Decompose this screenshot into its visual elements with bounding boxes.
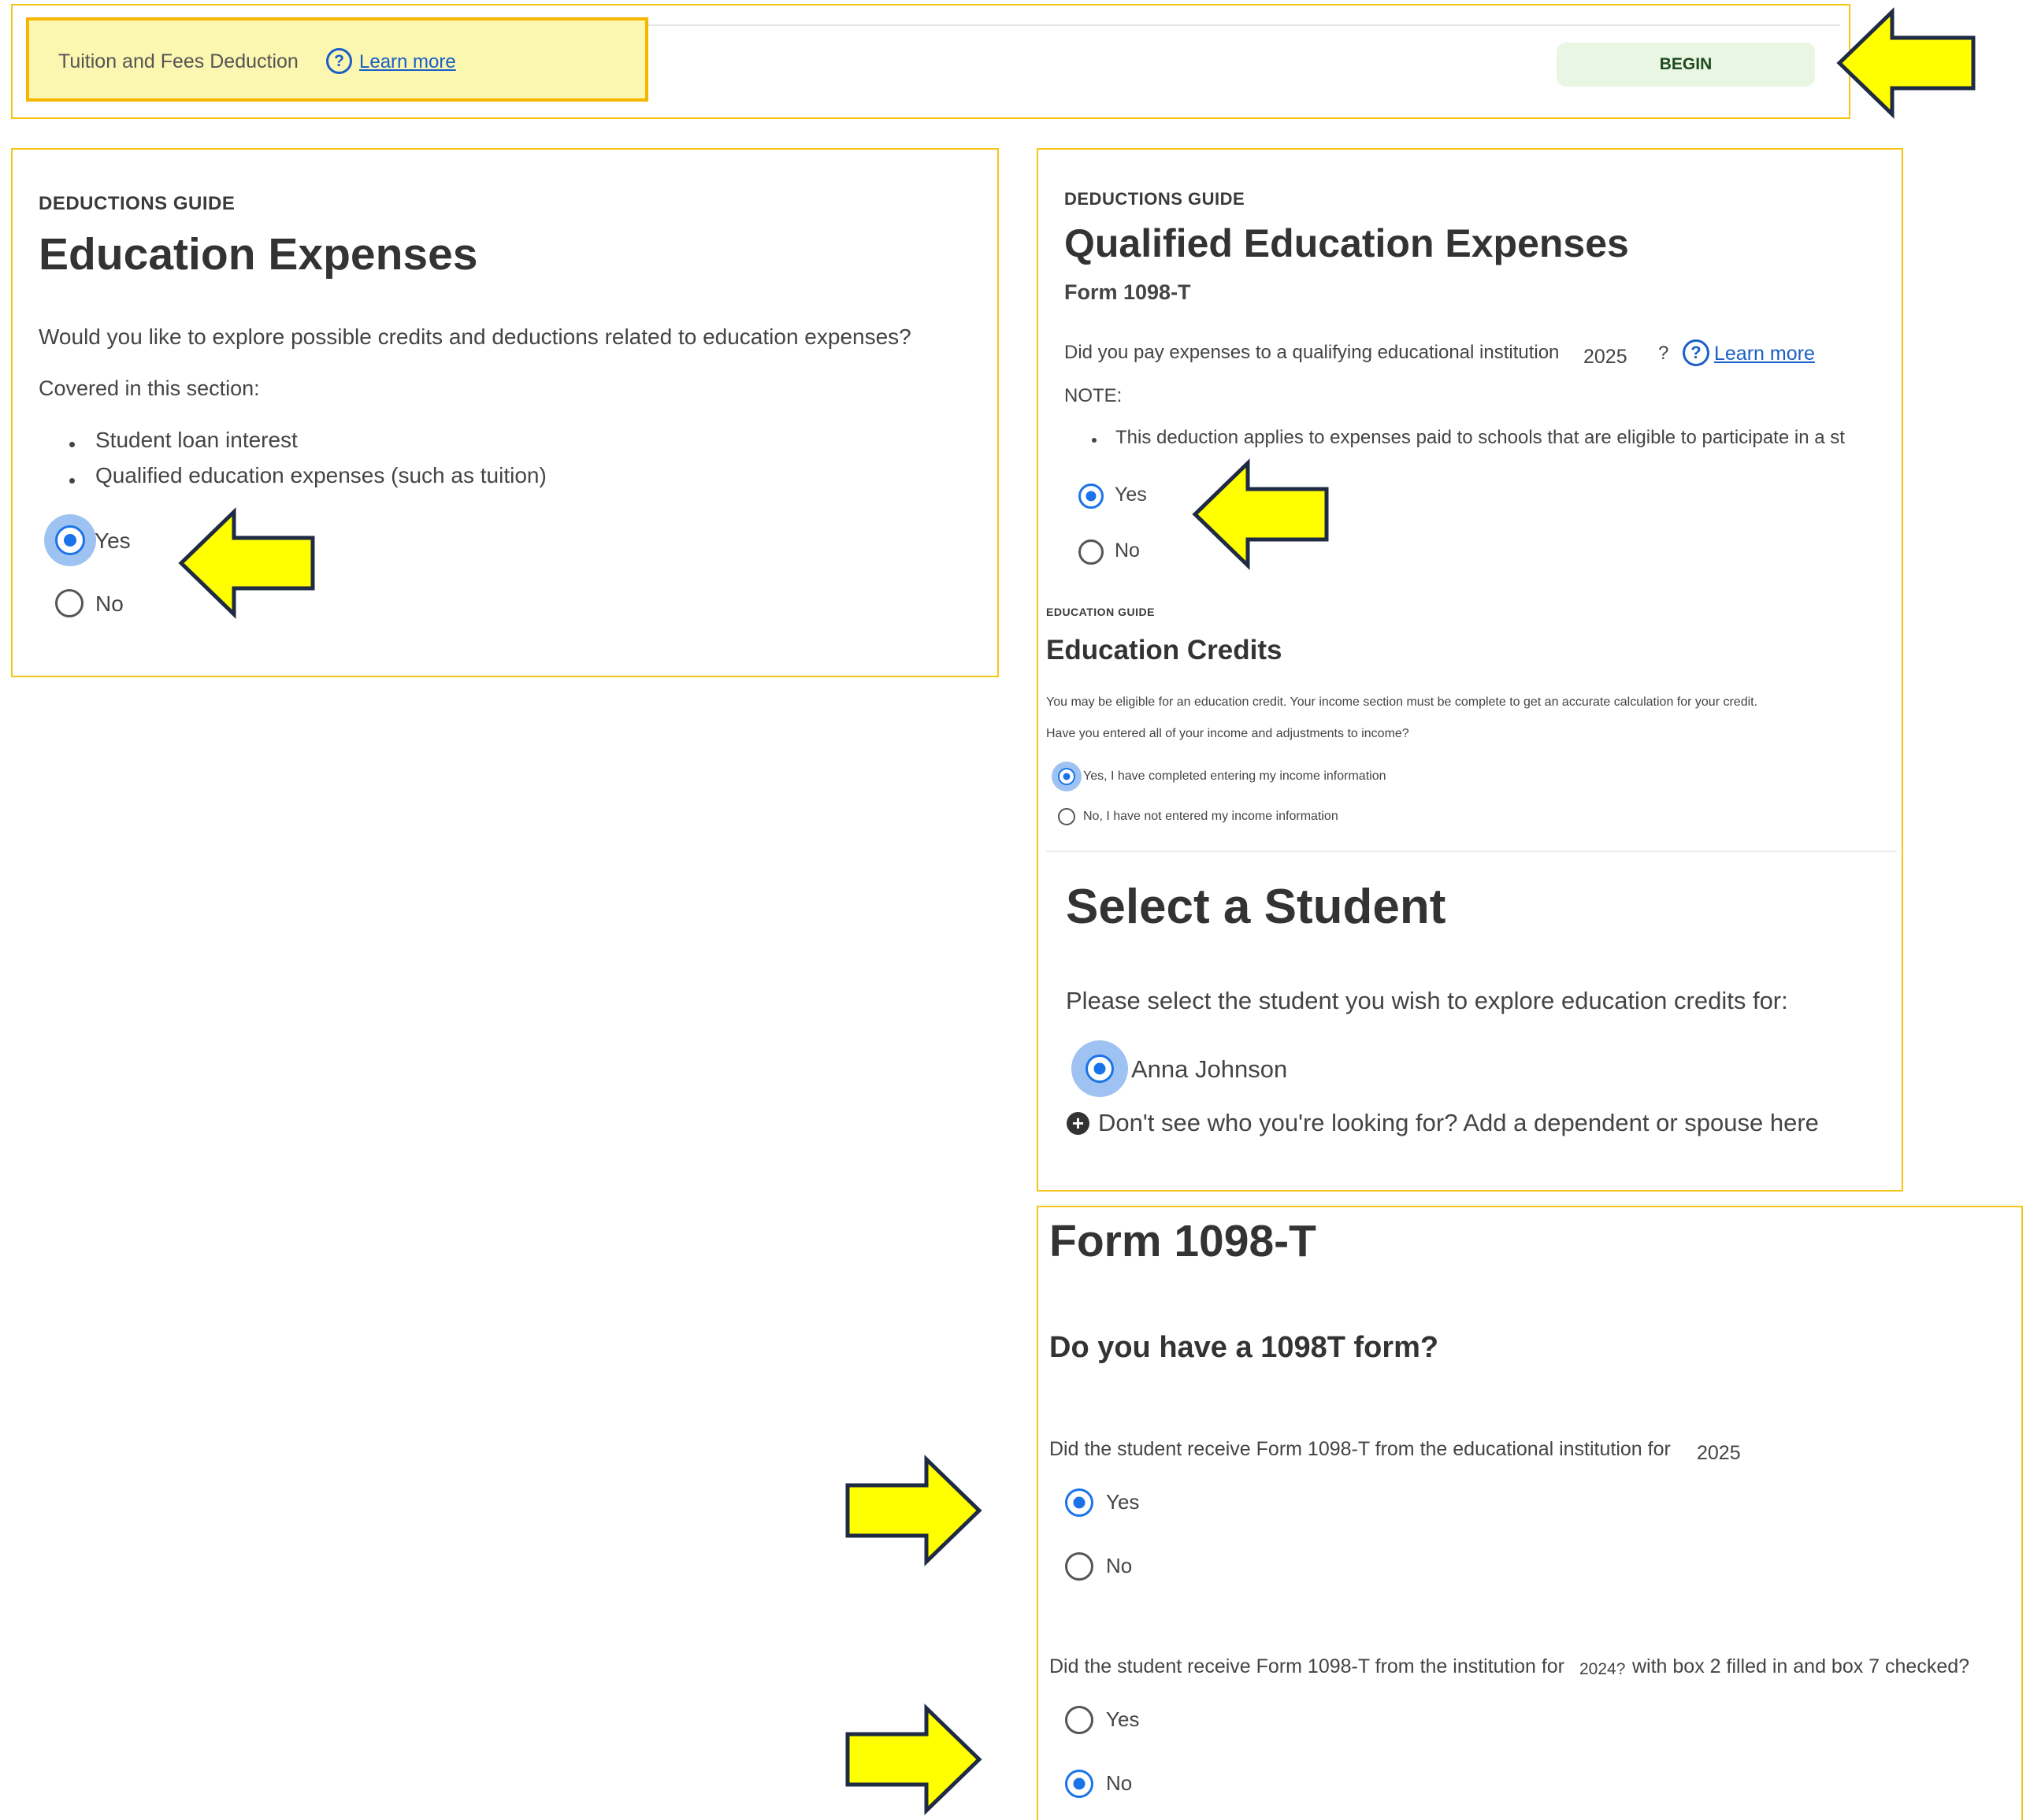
yellow-arrow-icon [845,1703,982,1815]
no-radio[interactable] [1078,539,1104,565]
question-text: Did the student receive Form 1098-T from… [1049,1438,1671,1460]
question-text: Did the student receive Form 1098-T from… [1049,1655,1565,1677]
question-text-end: with box 2 filled in and box 7 checked? [1632,1655,1970,1677]
no-label[interactable]: No [1106,1771,1132,1796]
yes-radio[interactable] [1065,1488,1093,1517]
question-circle-icon[interactable]: ? [326,48,352,74]
section-divider [1046,851,1897,852]
student-radio[interactable] [1086,1055,1114,1083]
student-name[interactable]: Anna Johnson [1131,1055,1287,1084]
note-item: This deduction applies to expenses paid … [1115,427,1845,448]
yes-label[interactable]: Yes [1106,1707,1139,1732]
covered-label: Covered in this section: [39,376,260,400]
yes-radio[interactable] [1065,1706,1093,1734]
income-incomplete-radio[interactable] [1058,808,1075,825]
page-title: Qualified Education Expenses [1064,221,1629,265]
no-label[interactable]: No [1115,539,1140,562]
yes-label[interactable]: Yes [95,528,131,554]
list-item: Student loan interest [95,428,298,452]
page-title: Form 1098-T [1049,1216,1316,1266]
credits-question: Have you entered all of your income and … [1046,727,1409,740]
yes-radio[interactable] [55,525,85,555]
yellow-arrow-icon [1192,458,1329,570]
yes-radio[interactable] [1078,484,1104,509]
tax-year: 2025 [1697,1442,1741,1464]
form-1098t-panel: Form 1098-T Do you have a 1098T form? Di… [1037,1206,2023,1820]
bullet [69,442,75,447]
page-subtitle: Form 1098-T [1064,280,1191,304]
yes-label[interactable]: Yes [1106,1490,1139,1514]
qualified-expenses-panel: DEDUCTIONS GUIDE Qualified Education Exp… [1037,148,1903,1192]
prior-tax-year: 2024? [1579,1660,1626,1678]
bullet [1092,438,1097,443]
education-expenses-panel: DEDUCTIONS GUIDE Education Expenses Woul… [11,148,999,677]
question-text: Did you pay expenses to a qualifying edu… [1064,342,1560,363]
no-label[interactable]: No [1106,1554,1132,1578]
select-student-title: Select a Student [1066,880,1446,934]
tax-year: 2025 [1583,346,1627,368]
income-complete-label[interactable]: Yes, I have completed entering my income… [1083,769,1386,784]
section-eyebrow: DEDUCTIONS GUIDE [1064,189,1245,209]
learn-more-link[interactable]: Learn more [359,51,456,73]
yes-label[interactable]: Yes [1115,484,1147,506]
plus-circle-icon[interactable]: + [1067,1112,1089,1135]
learn-more-link[interactable]: Learn more [1714,343,1815,365]
question-mark: ? [1658,343,1669,364]
begin-button[interactable]: BEGIN [1557,43,1815,87]
tuition-deduction-panel: Tuition and Fees Deduction ? Learn more … [11,4,1850,119]
question-text: Would you like to explore possible credi… [39,324,911,349]
credits-eyebrow: EDUCATION GUIDE [1046,606,1155,618]
yellow-arrow-icon [1836,7,1976,119]
no-label[interactable]: No [95,591,124,617]
question-circle-icon[interactable]: ? [1683,339,1709,366]
tuition-label: Tuition and Fees Deduction [58,50,299,72]
no-radio[interactable] [1065,1552,1093,1581]
note-label: NOTE: [1064,385,1123,406]
add-dependent-link[interactable]: Don't see who you're looking for? Add a … [1098,1109,1819,1137]
page-subtitle: Do you have a 1098T form? [1049,1331,1439,1364]
begin-button-label: BEGIN [1659,55,1713,73]
yellow-arrow-icon [178,507,315,619]
income-incomplete-label[interactable]: No, I have not entered my income informa… [1083,810,1338,824]
credits-title: Education Credits [1046,635,1282,665]
no-radio[interactable] [55,589,84,617]
yellow-arrow-icon [845,1455,982,1566]
income-complete-radio[interactable] [1058,768,1075,785]
section-eyebrow: DEDUCTIONS GUIDE [39,193,236,214]
divider-line [635,24,1840,26]
note-item-clip: This deduction applies to expenses paid … [1115,427,1900,454]
page-title: Education Expenses [39,229,478,280]
bullet [69,478,75,484]
select-student-prompt: Please select the student you wish to ex… [1066,987,1788,1014]
credits-info: You may be eligible for an education cre… [1046,695,1758,709]
no-radio[interactable] [1065,1770,1093,1798]
list-item: Qualified education expenses (such as tu… [95,463,547,487]
